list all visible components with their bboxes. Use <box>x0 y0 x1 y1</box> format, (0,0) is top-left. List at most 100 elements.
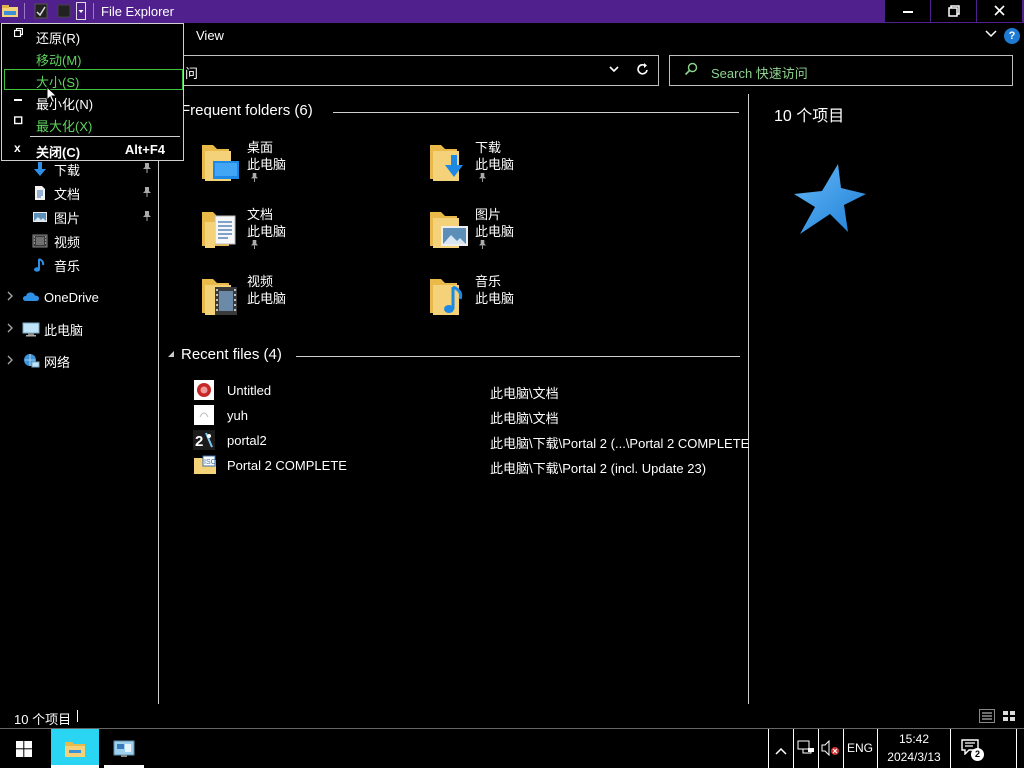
taskbar[interactable]: ENG 15:42 2024/3/13 2 <box>0 728 1024 768</box>
sidebar-item-onedrive[interactable]: OneDrive <box>22 286 99 308</box>
sidebar-item-label: 网络 <box>44 354 71 370</box>
language-indicator: ENG <box>846 741 873 755</box>
folder-location: 此电脑 <box>247 157 287 172</box>
menu-item-restore[interactable]: 还原(R) <box>4 25 183 46</box>
sidebar-item-music[interactable]: 音乐 <box>32 254 80 276</box>
search-box[interactable]: Search 快速访问 <box>669 55 1013 86</box>
menu-item-maximize[interactable]: 最大化(X) <box>4 113 183 134</box>
customize-toolbar-icon[interactable] <box>76 2 86 23</box>
documents-folder-icon <box>201 206 241 250</box>
sidebar-item-videos[interactable]: 视频 <box>32 230 80 252</box>
pin-icon <box>478 172 487 185</box>
taskbar-control-panel[interactable] <box>100 729 148 768</box>
menu-item-move[interactable]: 移动(M) <box>4 47 183 68</box>
show-hidden-icons-button[interactable] <box>770 729 792 768</box>
computer-icon <box>22 321 40 337</box>
file-path: 此电脑\下载\Portal 2 (...\Portal 2 COMPLETE <box>490 436 750 451</box>
folder-location: 此电脑 <box>475 224 515 239</box>
restore-button[interactable] <box>931 0 976 22</box>
language-button[interactable]: ENG <box>845 729 875 768</box>
new-folder-quick-icon[interactable] <box>56 3 72 22</box>
frequent-folders-header[interactable]: Frequent folders (6) <box>181 102 313 119</box>
file-path: 此电脑\下载\Portal 2 (incl. Update 23) <box>490 461 707 476</box>
recent-file-row[interactable]: Untitled 此电脑\文档 <box>193 380 743 402</box>
folder-music[interactable]: 音乐 此电脑 <box>429 271 649 327</box>
file-path: 此电脑\文档 <box>490 386 559 401</box>
folder-videos[interactable]: 视频 此电脑 <box>201 271 421 327</box>
chevron-up-icon <box>775 743 787 758</box>
search-icon <box>684 62 698 79</box>
folder-app-icon[interactable] <box>1 3 19 22</box>
details-item-count: 10 个项目 <box>774 108 845 125</box>
close-glyph-icon: x <box>14 141 21 155</box>
recent-file-row[interactable]: 2 portal2 此电脑\下载\Portal 2 (...\Portal 2 … <box>193 430 749 452</box>
expand-ribbon-icon[interactable] <box>984 27 998 44</box>
start-button[interactable] <box>0 729 48 768</box>
taskbar-file-explorer[interactable] <box>51 729 99 768</box>
address-text[interactable]: 问 <box>185 63 198 82</box>
svg-text:2: 2 <box>195 433 203 450</box>
expand-chevron-icon[interactable] <box>6 355 14 368</box>
restore-glyph-icon <box>13 27 24 40</box>
sidebar-item-network[interactable]: 网络 <box>22 350 70 372</box>
recent-file-row[interactable]: ISO Portal 2 COMPLETE 此电脑\下载\Portal 2 (i… <box>193 455 743 477</box>
section-divider <box>333 112 739 113</box>
expand-chevron-icon[interactable] <box>6 323 14 336</box>
address-bar[interactable]: 问 <box>160 55 659 86</box>
folder-desktop[interactable]: 桌面 此电脑 <box>201 137 421 193</box>
volume-button[interactable] <box>820 729 842 768</box>
title-bar[interactable]: File Explorer <box>0 0 1024 23</box>
clock-button[interactable]: 15:42 2024/3/13 <box>879 729 949 768</box>
menu-item-minimize[interactable]: 最小化(N) <box>4 91 183 112</box>
recent-file-row[interactable]: yuh 此电脑\文档 <box>193 405 743 427</box>
nav-pane-divider[interactable] <box>158 94 159 704</box>
details-view-icon[interactable] <box>979 709 995 723</box>
tab-view[interactable]: View <box>196 28 224 43</box>
sidebar-item-pictures[interactable]: 图片 <box>32 206 80 228</box>
navigation-pane[interactable]: 下载 文档 图片 视频 音乐 OneDrive 此电脑 网络 <box>0 88 158 698</box>
address-history-dropdown[interactable] <box>608 63 620 78</box>
folder-documents[interactable]: 文档 此电脑 <box>201 204 421 260</box>
status-item-count: 10 个项目 <box>14 712 72 727</box>
iso-disc-folder-icon: ISO <box>193 455 217 475</box>
network-status-button[interactable] <box>795 729 817 768</box>
recent-files-header[interactable]: Recent files (4) <box>181 346 282 363</box>
svg-text:ISO: ISO <box>204 459 217 466</box>
sidebar-item-this-pc[interactable]: 此电脑 <box>22 318 83 340</box>
folder-downloads[interactable]: 下载 此电脑 <box>429 137 649 193</box>
minimize-button[interactable] <box>885 0 930 22</box>
control-panel-icon <box>113 739 135 762</box>
folder-location: 此电脑 <box>247 291 287 306</box>
sidebar-item-label: OneDrive <box>44 289 99 305</box>
volume-muted-icon <box>821 739 841 759</box>
collapse-caret-icon[interactable] <box>167 351 175 361</box>
sidebar-item-label: 此电脑 <box>44 322 84 338</box>
action-center-button[interactable]: 2 <box>952 729 992 768</box>
search-input[interactable]: Search 快速访问 <box>711 63 808 82</box>
menu-item-close[interactable]: x 关闭(C) Alt+F4 <box>4 139 183 160</box>
videos-icon <box>32 233 48 249</box>
refresh-icon[interactable] <box>636 61 650 81</box>
music-note-icon <box>32 257 48 273</box>
file-name: Portal 2 COMPLETE <box>227 458 347 473</box>
sidebar-item-downloads[interactable]: 下载 <box>32 158 80 180</box>
close-button[interactable] <box>977 0 1022 22</box>
menu-item-size[interactable]: 大小(S) <box>4 69 183 90</box>
sidebar-item-label: 下载 <box>54 162 81 178</box>
pin-icon <box>142 186 152 201</box>
expand-chevron-icon[interactable] <box>6 291 14 304</box>
pin-icon <box>250 172 259 185</box>
sidebar-item-documents[interactable]: 文档 <box>32 182 80 204</box>
folder-pictures[interactable]: 图片 此电脑 <box>429 204 649 260</box>
file-explorer-icon <box>64 739 86 762</box>
window-system-menu[interactable]: 还原(R) 移动(M) 大小(S) 最小化(N) 最大化(X) x 关闭(C) … <box>1 23 184 161</box>
properties-check-icon[interactable] <box>33 3 49 22</box>
music-folder-icon <box>429 273 469 317</box>
tray-separator <box>843 729 844 768</box>
tray-separator <box>877 729 878 768</box>
help-icon[interactable]: ? <box>1004 28 1020 44</box>
details-pane-divider[interactable] <box>748 94 749 704</box>
menu-item-label: 最大化(X) <box>36 119 93 134</box>
download-arrow-icon <box>32 161 48 177</box>
large-icons-view-icon[interactable] <box>1001 709 1017 723</box>
